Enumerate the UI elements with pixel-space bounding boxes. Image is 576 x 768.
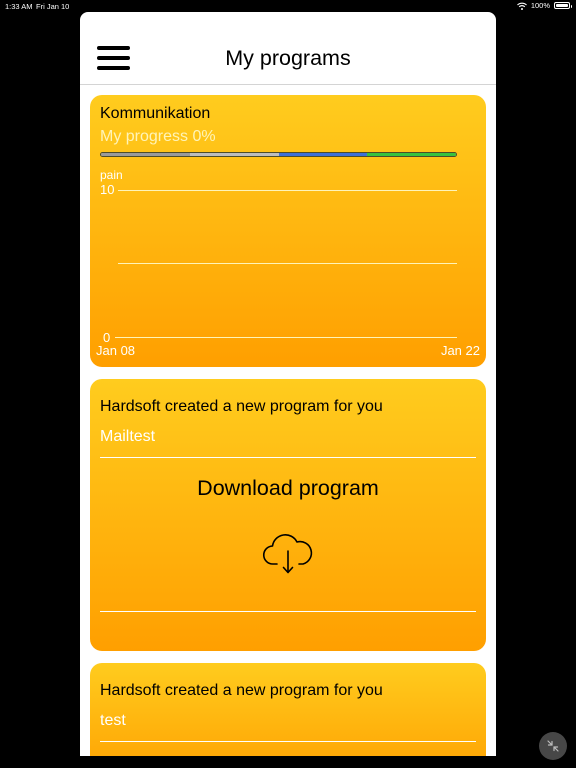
status-time: 1:33 AM bbox=[5, 2, 33, 11]
status-bar: 1:33 AM Fri Jan 10 100% bbox=[0, 0, 576, 12]
programs-sheet: My programs Kommunikation My progress 0%… bbox=[80, 12, 496, 756]
page-title: My programs bbox=[225, 46, 351, 70]
status-date: Fri Jan 10 bbox=[36, 2, 70, 11]
chart-ylabel: pain bbox=[100, 168, 123, 182]
progress-bar bbox=[100, 152, 457, 157]
program-name: Mailtest bbox=[100, 428, 156, 445]
collapse-arrows-icon bbox=[547, 740, 559, 752]
gridline-mid bbox=[118, 263, 457, 264]
download-program-button[interactable]: Download program bbox=[90, 476, 486, 501]
divider bbox=[100, 457, 476, 458]
cloud-download-icon[interactable] bbox=[262, 531, 314, 575]
status-right: 100% bbox=[516, 1, 572, 10]
gridline-top bbox=[118, 190, 457, 191]
program-card[interactable]: Kommunikation My progress 0% pain 10 0 J… bbox=[90, 95, 486, 367]
program-name: test bbox=[100, 712, 126, 729]
battery-icon bbox=[554, 2, 572, 9]
notification-message: Hardsoft created a new program for you bbox=[100, 398, 383, 415]
progress-segment bbox=[278, 153, 368, 156]
notification-message: Hardsoft created a new program for you bbox=[100, 682, 383, 699]
divider bbox=[100, 611, 476, 612]
progress-segment bbox=[189, 153, 279, 156]
gridline-bottom bbox=[115, 337, 457, 338]
progress-segment bbox=[367, 153, 456, 156]
battery-percent: 100% bbox=[530, 1, 550, 10]
x-tick-start: Jan 08 bbox=[96, 343, 136, 358]
wifi-icon bbox=[516, 2, 527, 10]
divider bbox=[100, 741, 476, 742]
x-tick-end: Jan 22 bbox=[440, 343, 480, 358]
header: My programs bbox=[80, 12, 496, 85]
notification-card[interactable]: Hardsoft created a new program for you t… bbox=[90, 663, 486, 756]
progress-text: My progress 0% bbox=[100, 128, 216, 145]
progress-segment bbox=[101, 153, 190, 156]
collapse-button[interactable] bbox=[539, 732, 567, 760]
notification-card[interactable]: Hardsoft created a new program for you M… bbox=[90, 379, 486, 651]
y-tick-max: 10 bbox=[100, 182, 115, 197]
program-title: Kommunikation bbox=[100, 105, 211, 122]
